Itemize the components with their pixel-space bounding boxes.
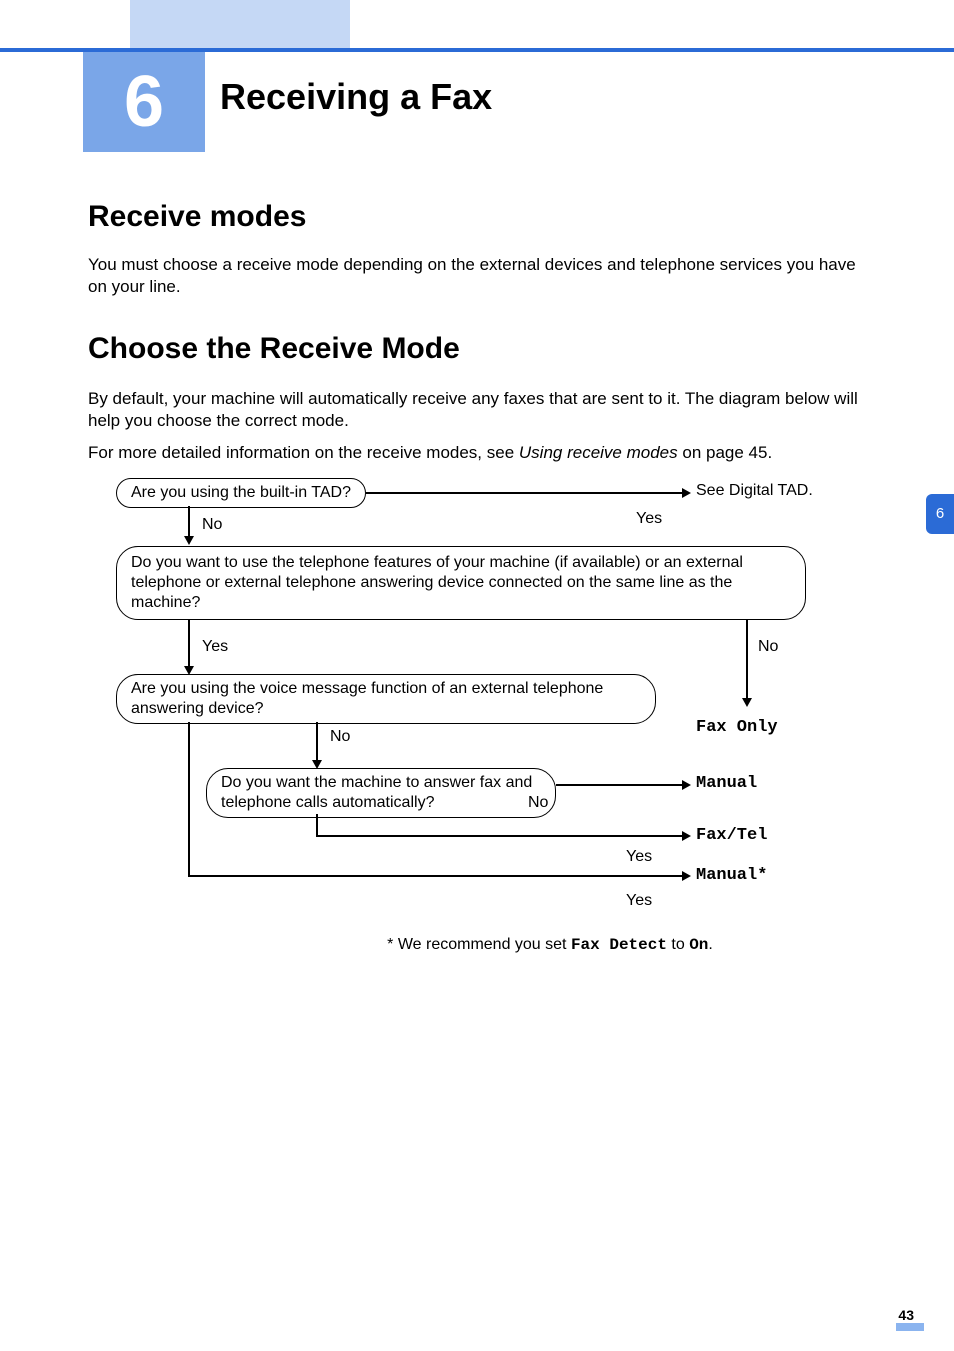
flowchart: Are you using the built-in TAD? See Digi… bbox=[116, 478, 876, 958]
flow-line-q4-no bbox=[556, 784, 684, 786]
flow-arrow-q3-yes bbox=[682, 871, 691, 881]
header-accent bbox=[130, 0, 350, 48]
chapter-number-block: 6 bbox=[83, 52, 205, 152]
section-heading-receive-modes: Receive modes bbox=[88, 200, 306, 234]
flow-footnote: * We recommend you set Fax Detect to On. bbox=[300, 936, 800, 954]
footnote-m1: Fax Detect bbox=[571, 936, 667, 954]
flow-q1-no-label: No bbox=[202, 516, 222, 534]
flow-line-q1-no bbox=[188, 506, 190, 538]
flow-result-faxtel: Fax/Tel bbox=[696, 826, 767, 845]
flow-line-q1-yes bbox=[366, 492, 684, 494]
flow-result-faxonly: Fax Only bbox=[696, 718, 778, 737]
flow-q1-bubble: Are you using the built-in TAD? bbox=[116, 478, 366, 508]
side-tab: 6 bbox=[926, 494, 954, 534]
flow-arrow-q1-no bbox=[184, 536, 194, 545]
flow-q2-text: Do you want to use the telephone feature… bbox=[131, 554, 743, 611]
side-tab-number: 6 bbox=[936, 505, 944, 522]
flow-q3-no-label: No bbox=[330, 728, 350, 746]
flow-q3-bubble: Are you using the voice message function… bbox=[116, 674, 656, 724]
flow-line-q2-yes bbox=[188, 620, 190, 668]
flow-arrow-q4-no bbox=[682, 780, 691, 790]
flow-line-q4-yes-v bbox=[316, 814, 318, 836]
flow-q4-text: Do you want the machine to answer fax an… bbox=[221, 774, 532, 811]
flow-q1-text: Are you using the built-in TAD? bbox=[131, 484, 351, 501]
flow-line-q2-no bbox=[746, 620, 748, 700]
flow-result-tad: See Digital TAD. bbox=[696, 482, 813, 500]
flow-line-q3-yes-v bbox=[188, 722, 190, 876]
receive-modes-paragraph: You must choose a receive mode depending… bbox=[88, 254, 868, 298]
flow-arrow-q4-yes bbox=[682, 831, 691, 841]
flow-q2-no-label: No bbox=[758, 638, 778, 656]
footnote-b: to bbox=[667, 936, 689, 953]
flow-line-q3-no bbox=[316, 722, 318, 762]
footnote-a: * We recommend you set bbox=[387, 936, 571, 953]
flow-q1-yes-label: Yes bbox=[636, 510, 662, 528]
chapter-number: 6 bbox=[124, 61, 164, 143]
section-heading-choose-mode: Choose the Receive Mode bbox=[88, 332, 460, 366]
flow-line-q3-yes-h bbox=[188, 875, 684, 877]
flow-q3-text: Are you using the voice message function… bbox=[131, 680, 603, 717]
header-bar bbox=[0, 0, 954, 48]
p2-italic: Using receive modes bbox=[519, 443, 678, 462]
p2-text-a: For more detailed information on the rec… bbox=[88, 443, 519, 462]
flow-line-q4-yes-h bbox=[316, 835, 684, 837]
flow-arrow-q2-no bbox=[742, 698, 752, 707]
page-number-accent bbox=[896, 1323, 924, 1331]
flow-q3-yes-label: Yes bbox=[626, 892, 652, 910]
flow-q4-no-label: No bbox=[528, 794, 548, 812]
flow-arrow-q1-yes bbox=[682, 488, 691, 498]
flow-result-manual: Manual bbox=[696, 774, 757, 793]
flow-q4-yes-label: Yes bbox=[626, 848, 652, 866]
page-number: 43 bbox=[898, 1307, 914, 1323]
flow-q2-yes-label: Yes bbox=[202, 638, 228, 656]
flow-result-manual-star: Manual* bbox=[696, 866, 767, 885]
p2-text-b: on page 45. bbox=[678, 443, 773, 462]
flow-q4-bubble: Do you want the machine to answer fax an… bbox=[206, 768, 556, 818]
choose-mode-paragraph-2: For more detailed information on the rec… bbox=[88, 442, 868, 464]
flow-q2-bubble: Do you want to use the telephone feature… bbox=[116, 546, 806, 620]
choose-mode-paragraph-1: By default, your machine will automatica… bbox=[88, 388, 868, 432]
footnote-m2: On bbox=[689, 936, 708, 954]
footnote-c: . bbox=[708, 936, 712, 953]
chapter-title: Receiving a Fax bbox=[220, 76, 492, 118]
